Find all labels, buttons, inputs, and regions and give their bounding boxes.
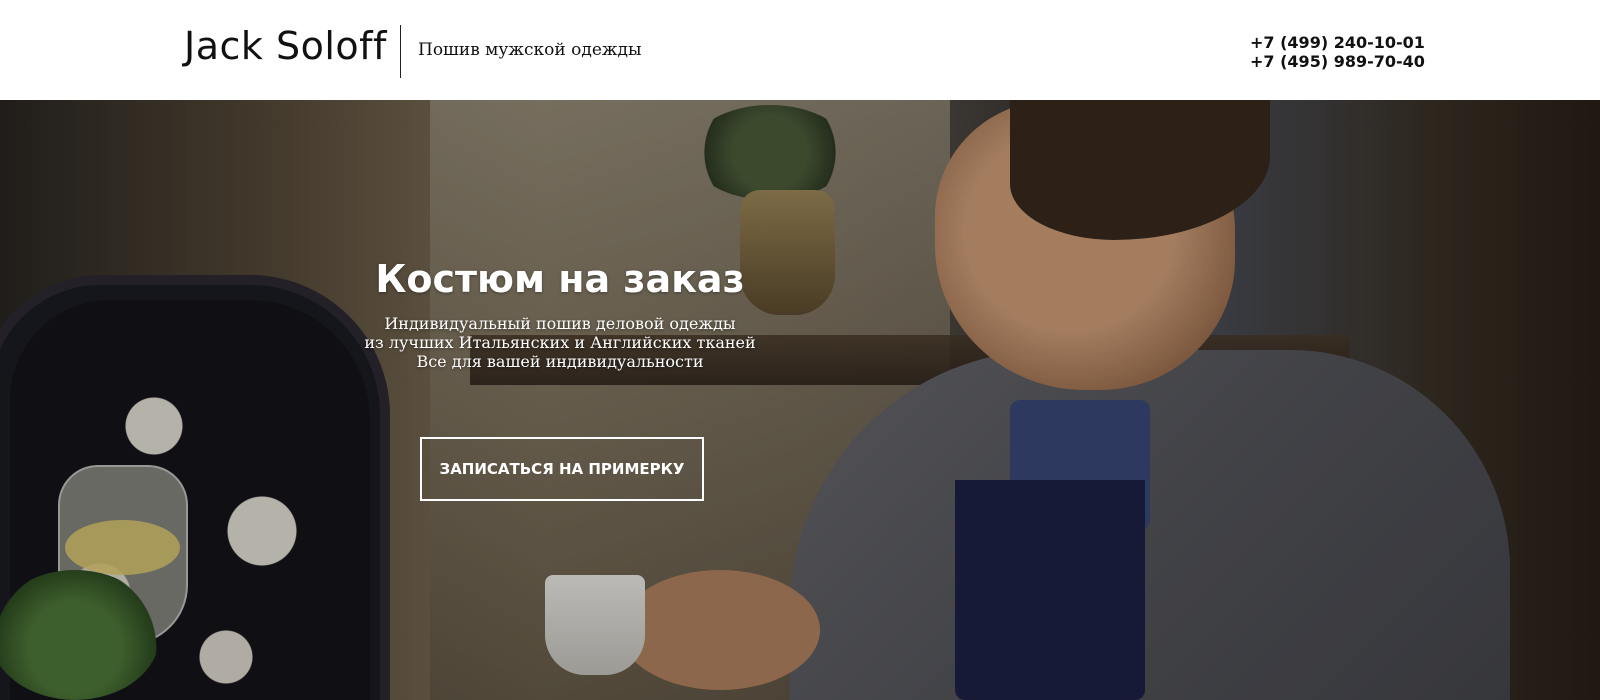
contact-phones: +7 (499) 240-10-01 +7 (495) 989-70-40 <box>1250 33 1425 71</box>
hero-title: Костюм на заказ <box>375 257 745 301</box>
brand-logo[interactable]: Jack Soloff <box>184 24 387 68</box>
site-header: Jack Soloff Пошив мужской одежды +7 (499… <box>0 0 1600 100</box>
hero-subtitle-line: Все для вашей индивидуальности <box>416 352 704 371</box>
header-divider <box>400 25 401 78</box>
book-fitting-button[interactable]: ЗАПИСАТЬСЯ НА ПРИМЕРКУ <box>420 437 704 501</box>
hero-subtitle: Индивидуальный пошив деловой одежды из л… <box>310 314 810 371</box>
hero-banner: Костюм на заказ Индивидуальный пошив дел… <box>0 100 1600 700</box>
hero-content: Костюм на заказ Индивидуальный пошив дел… <box>310 256 810 371</box>
hero-subtitle-line: из лучших Итальянских и Английских ткане… <box>364 333 756 352</box>
brand-tagline: Пошив мужской одежды <box>418 40 642 60</box>
hero-subtitle-line: Индивидуальный пошив деловой одежды <box>384 314 736 333</box>
phone-link-primary[interactable]: +7 (499) 240-10-01 <box>1250 33 1425 52</box>
phone-link-secondary[interactable]: +7 (495) 989-70-40 <box>1250 52 1425 71</box>
hero-overlay <box>0 100 1600 700</box>
